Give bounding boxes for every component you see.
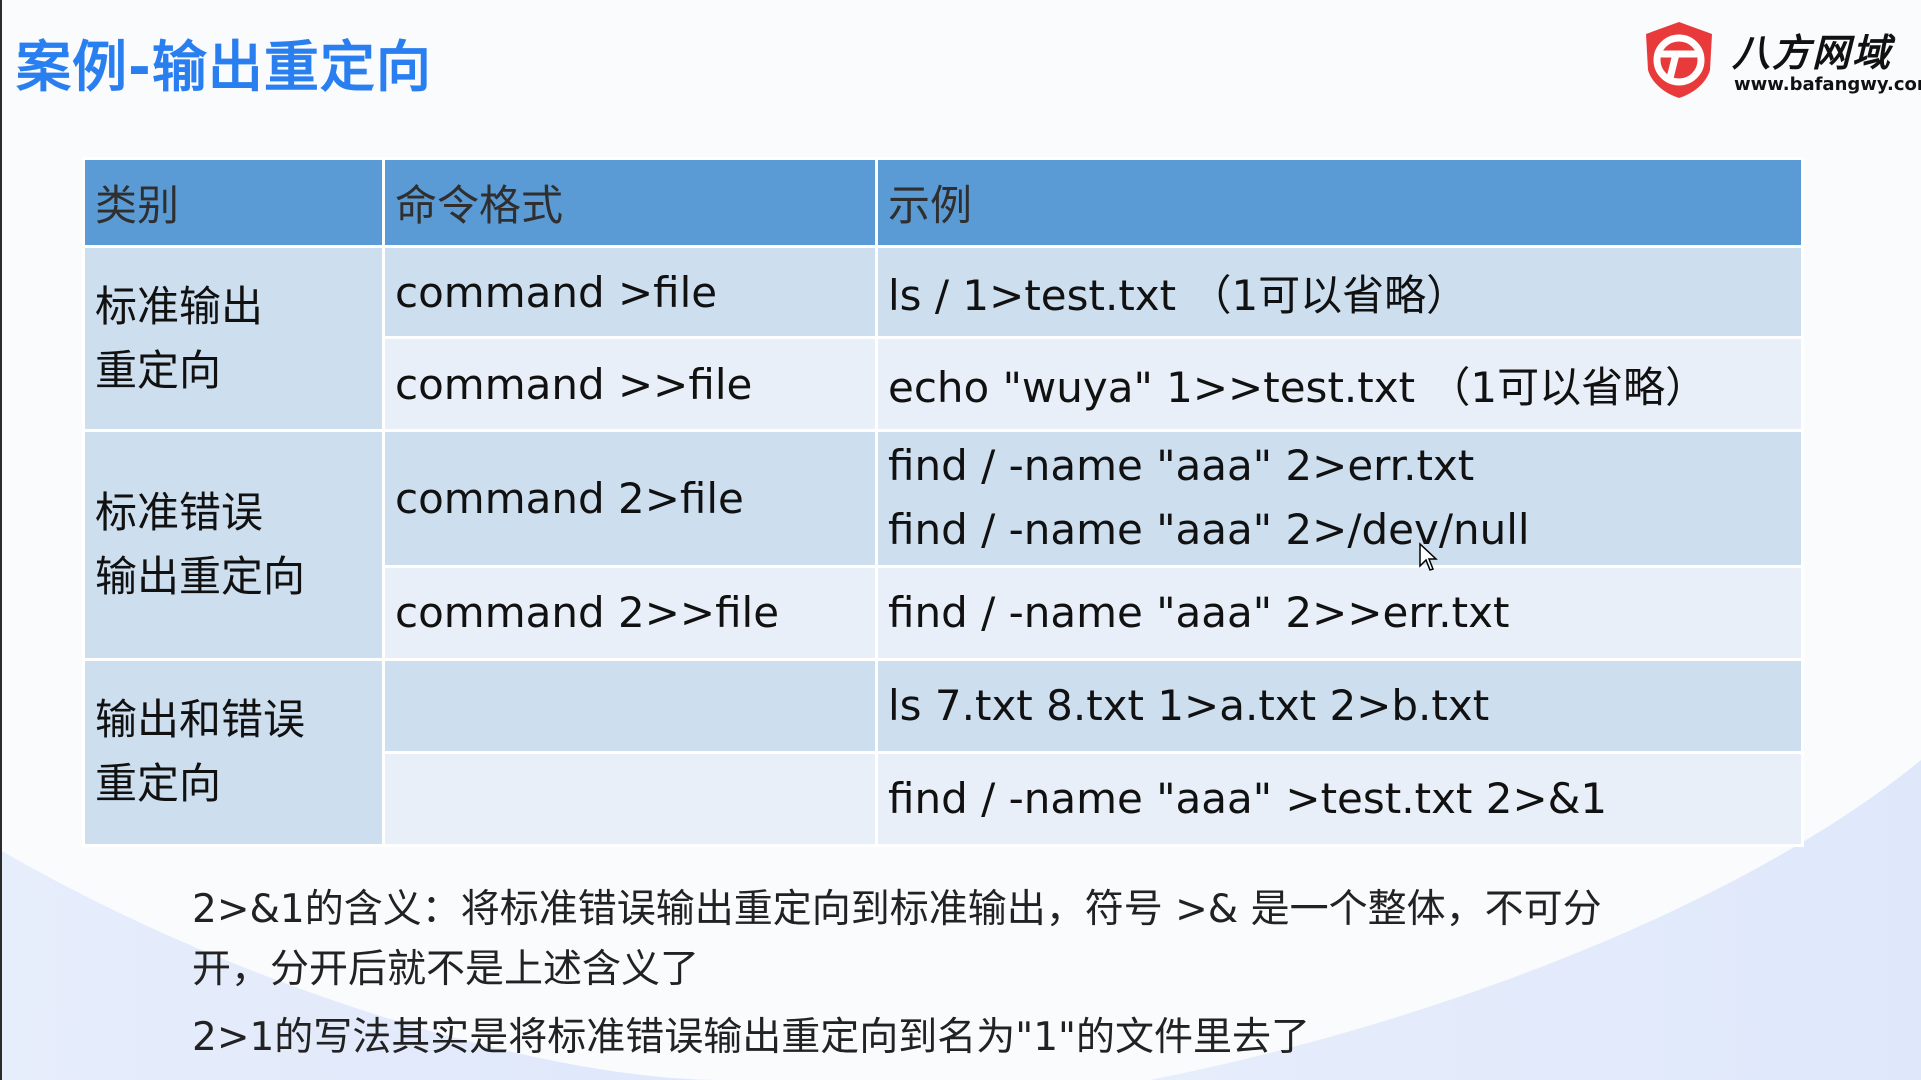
category-label: 标准输出 xyxy=(95,281,264,331)
category-label: 输出和错误 xyxy=(95,695,306,745)
example-line: find / -name "aaa" 2>err.txt xyxy=(888,441,1475,491)
format-cell: command >file xyxy=(382,244,878,340)
header-format: 命令格式 xyxy=(382,157,878,248)
example-cell: ls / 1>test.txt （1可以省略） xyxy=(875,244,1804,340)
format-cell: command 2>file xyxy=(382,429,878,568)
notes-section: 2>&1的含义：将标准错误输出重定向到标准输出，符号 >& 是一个整体，不可分开… xyxy=(192,880,1652,1068)
category-cell: 标准输出 重定向 xyxy=(82,244,385,433)
example-cell: find / -name "aaa" 2>>err.txt xyxy=(875,564,1804,661)
example-cell: find / -name "aaa" 2>err.txt find / -nam… xyxy=(875,429,1804,568)
brand-url: www.bafangwy.com xyxy=(1734,74,1921,95)
format-cell xyxy=(382,750,878,848)
category-cell: 输出和错误 重定向 xyxy=(82,657,385,848)
format-cell xyxy=(382,657,878,754)
category-label: 重定向 xyxy=(95,759,222,809)
category-label: 输出重定向 xyxy=(95,551,306,601)
category-label: 重定向 xyxy=(95,345,222,395)
header-category: 类别 xyxy=(82,157,385,248)
brand-logo[interactable]: 八方网域 www.bafangwy.com xyxy=(1640,18,1921,102)
table-row: 输出和错误 重定向 ls 7.txt 8.txt 1>a.txt 2>b.txt xyxy=(82,657,1804,848)
header-example: 示例 xyxy=(875,157,1804,248)
table-header-row: 类别 命令格式 示例 xyxy=(82,157,1804,248)
brand-shield-icon xyxy=(1646,22,1712,98)
left-edge-bar xyxy=(0,0,2,1080)
format-cell: command >>file xyxy=(382,336,878,433)
example-line: find / -name "aaa" 2>/dev/null xyxy=(888,505,1530,555)
category-label: 标准错误 xyxy=(95,487,264,537)
example-cell: echo "wuya" 1>>test.txt （1可以省略） xyxy=(875,336,1804,433)
mouse-pointer-icon xyxy=(1419,542,1438,571)
category-cell: 标准错误 输出重定向 xyxy=(82,429,385,661)
example-cell: find / -name "aaa" >test.txt 2>&1 xyxy=(875,750,1804,848)
table-row: 标准输出 重定向 command >file ls / 1>test.txt （… xyxy=(82,244,1804,433)
page-title: 案例-输出重定向 xyxy=(16,35,432,99)
brand-name: 八方网域 xyxy=(1732,31,1893,75)
note-text: 2>&1的含义：将标准错误输出重定向到标准输出，符号 >& 是一个整体，不可分开… xyxy=(192,887,1602,992)
format-cell: command 2>>file xyxy=(382,564,878,661)
example-cell: ls 7.txt 8.txt 1>a.txt 2>b.txt xyxy=(875,657,1804,754)
redirect-table: 类别 命令格式 示例 标准输出 重定向 command >file ls / 1… xyxy=(82,157,1804,848)
table-row: 标准错误 输出重定向 command 2>file find / -name "… xyxy=(82,429,1804,661)
note-text: 2>1的写法其实是将标准错误输出重定向到名为"1"的文件里去了 xyxy=(192,1015,1310,1060)
